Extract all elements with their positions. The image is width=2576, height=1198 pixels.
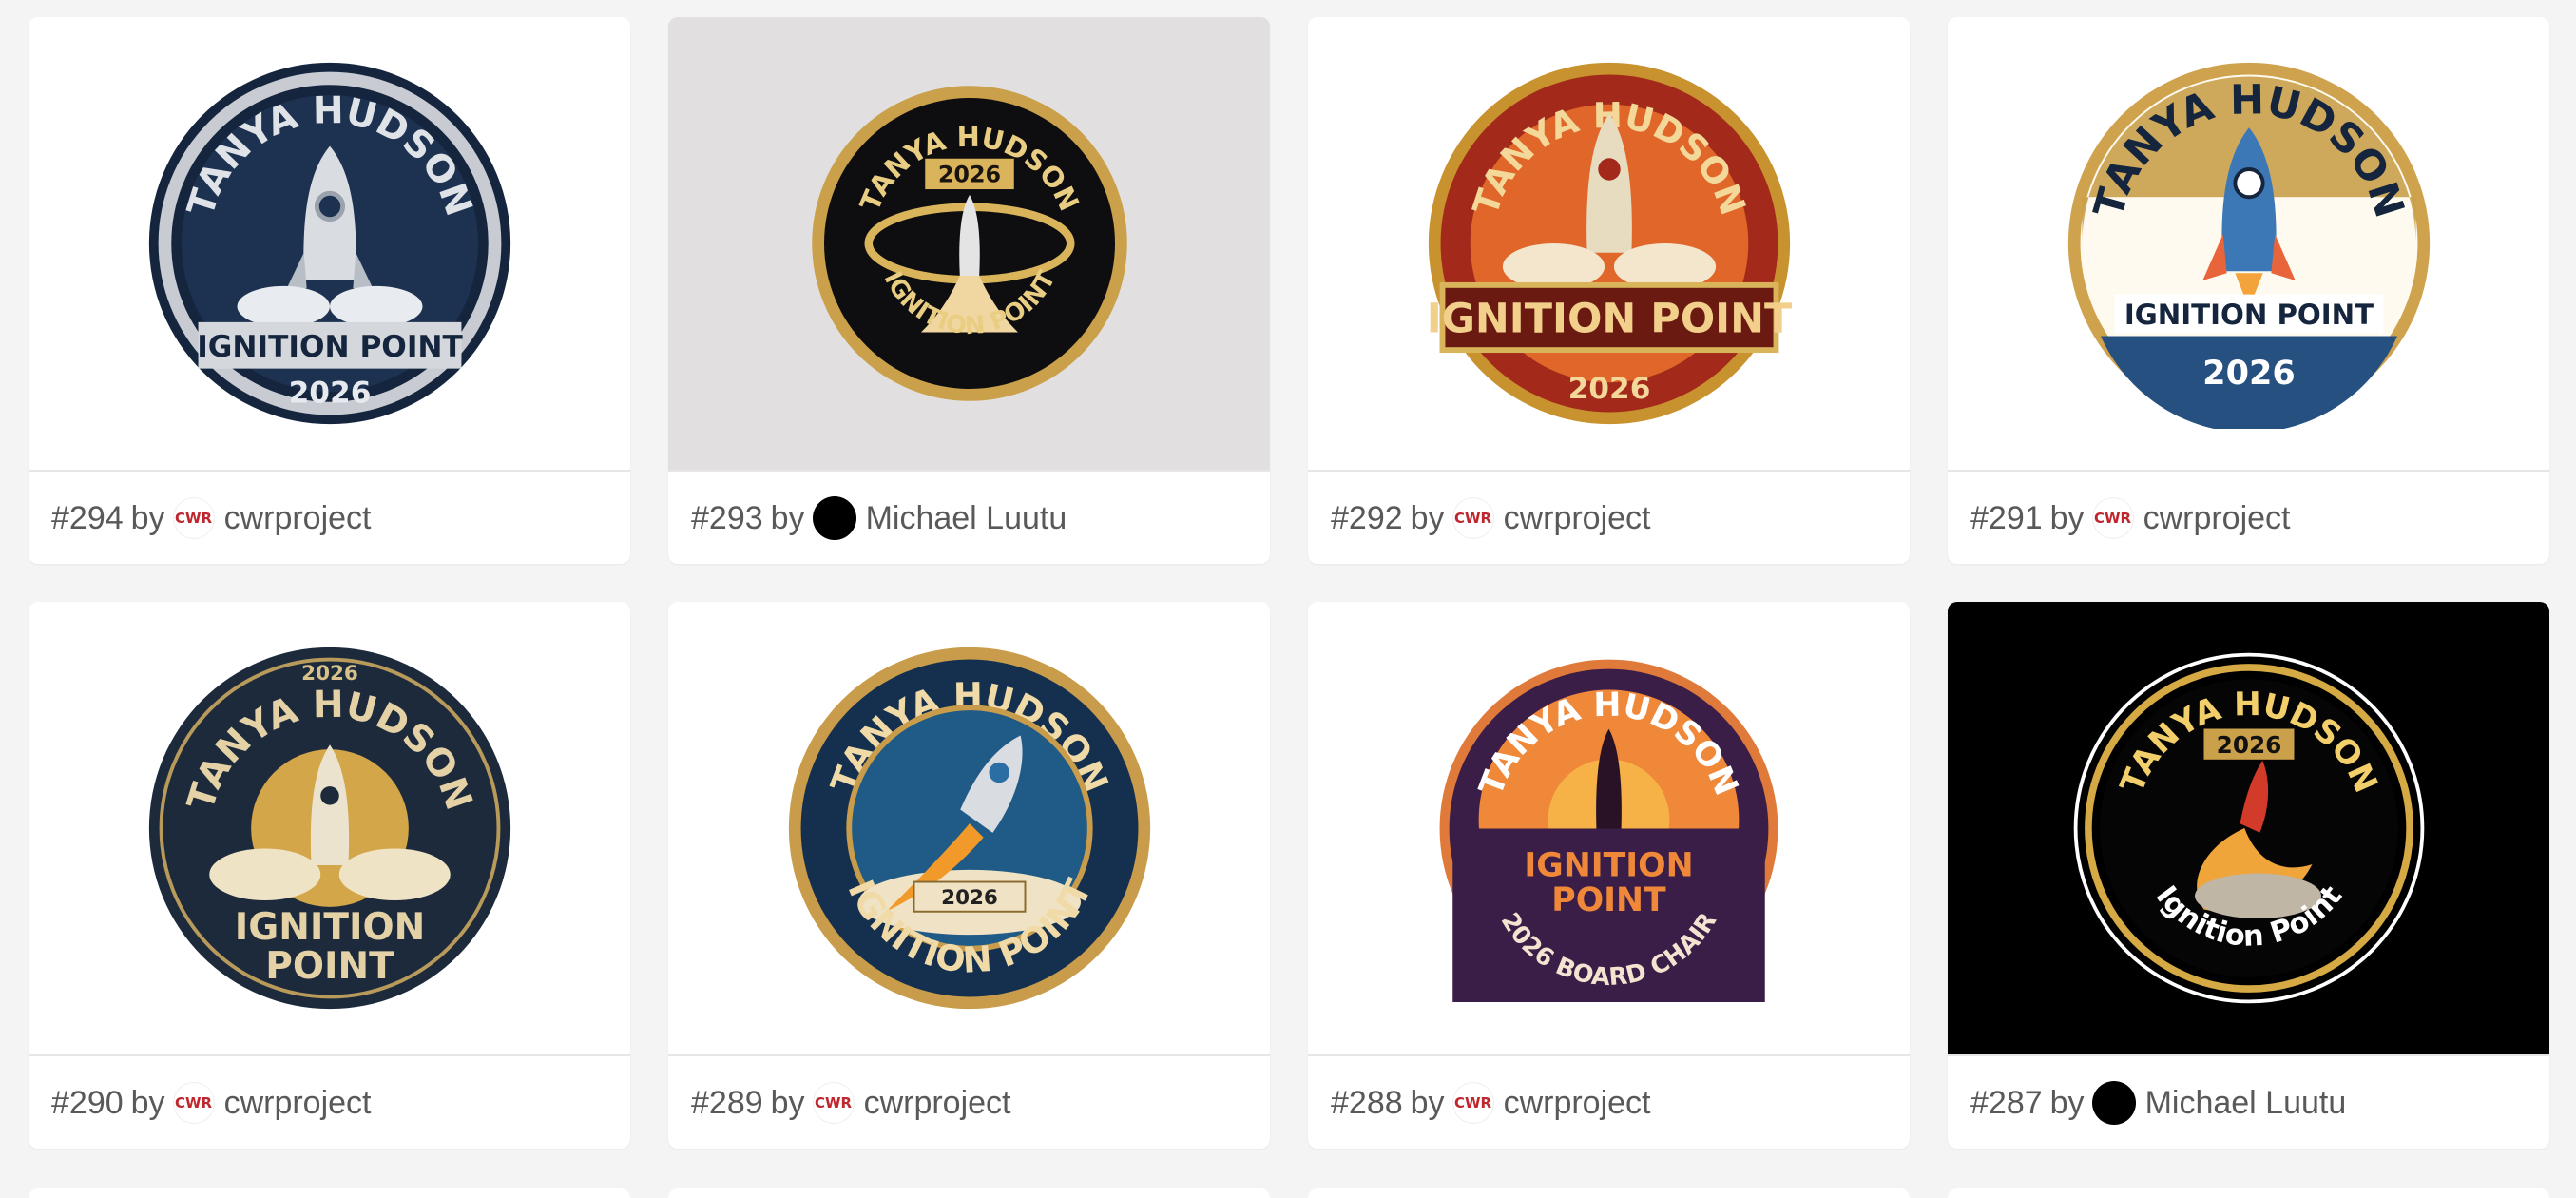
- card-meta: #293 by Michael Luutu: [668, 470, 1270, 564]
- badge-thumbnail[interactable]: TANYA HUDSON 2026 IGNITION POINT: [668, 602, 1270, 1054]
- submission-number: #289: [691, 1084, 763, 1121]
- card-meta: #290 by CWR cwrproject: [29, 1054, 630, 1149]
- author-link[interactable]: cwrproject: [224, 1085, 372, 1122]
- submission-card-288[interactable]: TANYA HUDSON IGNITION POINT 2026 BOARD C…: [1308, 602, 1910, 1149]
- submission-card-293[interactable]: TANYA HUDSON 2026 IGNITION POINT #293 by…: [668, 17, 1270, 564]
- badge-thumbnail[interactable]: TANYA HUDSON 2026 Ignition Point: [1948, 602, 2549, 1054]
- card-meta: #289 by CWR cwrproject: [668, 1054, 1270, 1149]
- cwr-logo-icon: CWR: [172, 497, 215, 539]
- submission-grid: TANYA HUDSON IGNITION POINT 2026 #294 by…: [29, 17, 2549, 1149]
- by-label: by: [130, 1084, 165, 1121]
- by-label: by: [1410, 499, 1445, 536]
- card-meta: #288 by CWR cwrproject: [1308, 1054, 1910, 1149]
- author-link[interactable]: cwrproject: [224, 500, 372, 537]
- by-label: by: [130, 499, 165, 536]
- by-label: by: [1410, 1084, 1445, 1121]
- submission-number: #288: [1331, 1084, 1403, 1121]
- cwr-logo-icon: CWR: [172, 1082, 215, 1124]
- author-link[interactable]: cwrproject: [1504, 1085, 1651, 1122]
- submission-number: #293: [691, 499, 763, 536]
- badge-thumbnail[interactable]: TANYA HUDSON IGNITION POINT 2026: [1308, 17, 1910, 470]
- badge-thumbnail[interactable]: 2026 TANYA HUDSON IGNITION POINT: [29, 602, 630, 1054]
- card-meta: #294 by CWR cwrproject: [29, 470, 630, 564]
- partial-card[interactable]: [668, 1188, 1270, 1198]
- svg-text:POINT: POINT: [265, 945, 394, 988]
- badge-thumbnail[interactable]: TANYA HUDSON IGNITION POINT 2026: [29, 17, 630, 470]
- rocket-badge-icon: TANYA HUDSON 2026 Ignition Point: [2073, 652, 2424, 1004]
- svg-text:2026: 2026: [941, 886, 998, 910]
- svg-text:POINT: POINT: [1551, 881, 1666, 919]
- partial-card[interactable]: [29, 1188, 630, 1198]
- black-avatar: [812, 496, 856, 540]
- submission-number: #290: [51, 1084, 124, 1121]
- badge-thumbnail[interactable]: TANYA HUDSON 2026 IGNITION POINT: [668, 17, 1270, 470]
- submission-card-290[interactable]: 2026 TANYA HUDSON IGNITION POINT #290 by…: [29, 602, 630, 1149]
- svg-text:2026: 2026: [937, 161, 1000, 187]
- rocket-badge-icon: TANYA HUDSON 2026 IGNITION POINT: [811, 86, 1127, 401]
- card-meta: #291 by CWR cwrproject: [1948, 470, 2549, 564]
- author-link[interactable]: Michael Luutu: [866, 500, 1067, 537]
- svg-text:IGNITION POINT: IGNITION POINT: [1426, 296, 1792, 343]
- svg-text:2026: 2026: [2216, 731, 2281, 759]
- rocket-badge-icon: TANYA HUDSON IGNITION POINT 2026 BOARD C…: [1439, 659, 1778, 1002]
- rocket-badge-icon: 2026 TANYA HUDSON IGNITION POINT: [148, 647, 510, 1010]
- rocket-badge-icon: TANYA HUDSON IGNITION POINT 2026: [148, 62, 510, 425]
- partial-card[interactable]: [1308, 1188, 1910, 1198]
- author-link[interactable]: cwrproject: [2143, 500, 2291, 537]
- svg-text:2026: 2026: [301, 662, 358, 686]
- author-link[interactable]: Michael Luutu: [2145, 1085, 2347, 1122]
- by-label: by: [770, 1084, 805, 1121]
- by-label: by: [2049, 1084, 2085, 1121]
- submission-number: #291: [1970, 499, 2043, 536]
- submission-number: #292: [1331, 499, 1403, 536]
- submission-card-294[interactable]: TANYA HUDSON IGNITION POINT 2026 #294 by…: [29, 17, 630, 564]
- cwr-logo-icon: CWR: [812, 1082, 855, 1124]
- svg-text:2026: 2026: [1567, 372, 1650, 406]
- rocket-badge-icon: TANYA HUDSON IGNITION POINT 2026: [1426, 62, 1793, 425]
- submission-card-292[interactable]: TANYA HUDSON IGNITION POINT 2026 #292 by…: [1308, 17, 1910, 564]
- author-link[interactable]: cwrproject: [864, 1085, 1011, 1122]
- rocket-badge-icon: TANYA HUDSON 2026 IGNITION POINT: [788, 647, 1150, 1010]
- svg-text:IGNITION POINT: IGNITION POINT: [197, 330, 463, 364]
- badge-thumbnail[interactable]: TANYA HUDSON IGNITION POINT 2026 BOARD C…: [1308, 602, 1910, 1054]
- submission-card-291[interactable]: TANYA HUDSON IGNITION POINT 2026 #291 by…: [1948, 17, 2549, 564]
- svg-text:IGNITION POINT: IGNITION POINT: [2124, 299, 2373, 331]
- svg-text:2026: 2026: [2202, 354, 2296, 393]
- cwr-logo-icon: CWR: [2091, 497, 2134, 539]
- submission-number: #294: [51, 499, 124, 536]
- by-label: by: [2049, 499, 2085, 536]
- rocket-badge-icon: TANYA HUDSON IGNITION POINT 2026: [2067, 62, 2430, 429]
- card-meta: #292 by CWR cwrproject: [1308, 470, 1910, 564]
- partial-card[interactable]: [1948, 1188, 2549, 1198]
- by-label: by: [770, 499, 805, 536]
- cwr-logo-icon: CWR: [1451, 497, 1494, 539]
- cwr-logo-icon: CWR: [1451, 1082, 1494, 1124]
- submission-number: #287: [1970, 1084, 2043, 1121]
- submission-card-287[interactable]: TANYA HUDSON 2026 Ignition Point #287 by…: [1948, 602, 2549, 1149]
- submission-card-289[interactable]: TANYA HUDSON 2026 IGNITION POINT #289 by…: [668, 602, 1270, 1149]
- black-avatar: [2091, 1081, 2136, 1125]
- svg-text:IGNITION: IGNITION: [1524, 846, 1693, 884]
- svg-text:2026: 2026: [288, 377, 371, 411]
- badge-thumbnail[interactable]: TANYA HUDSON IGNITION POINT 2026: [1948, 17, 2549, 470]
- author-link[interactable]: cwrproject: [1504, 500, 1651, 537]
- card-meta: #287 by Michael Luutu: [1948, 1054, 2549, 1149]
- svg-text:IGNITION: IGNITION: [234, 906, 425, 949]
